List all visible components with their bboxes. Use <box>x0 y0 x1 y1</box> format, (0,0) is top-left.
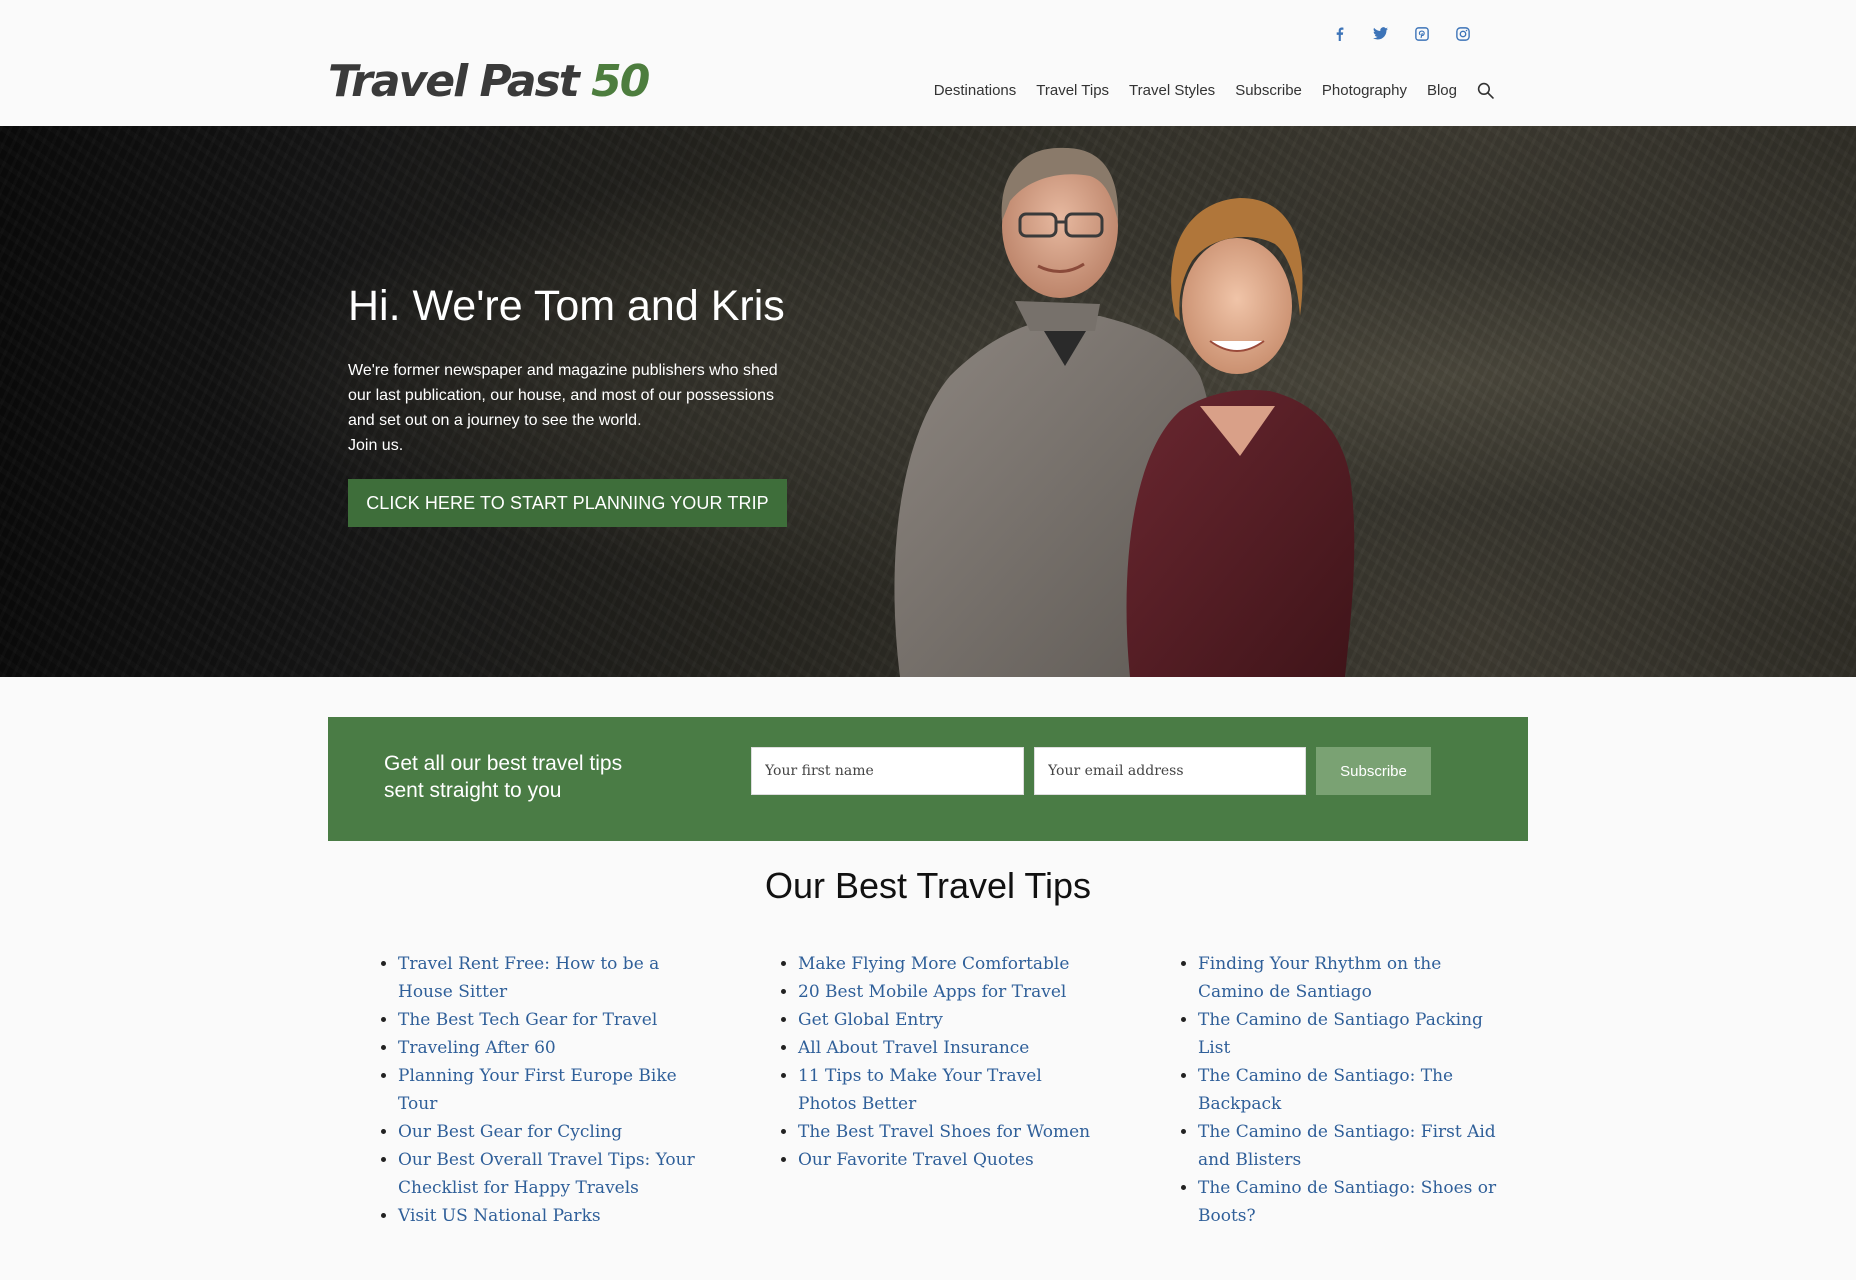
social-links <box>1330 24 1472 43</box>
nav-subscribe[interactable]: Subscribe <box>1235 82 1302 99</box>
hero-section: Hi. We're Tom and Kris We're former news… <box>0 126 1856 677</box>
tip-link[interactable]: The Best Travel Shoes for Women <box>798 1122 1090 1142</box>
nav-destinations[interactable]: Destinations <box>934 82 1017 99</box>
list-item: Travel Rent Free: How to be a House Sitt… <box>398 950 712 1006</box>
tip-link[interactable]: Finding Your Rhythm on the Camino de San… <box>1198 954 1441 1002</box>
site-header: Travel Past 50 Destinations Travel Tips … <box>0 0 1856 126</box>
list-item: The Best Travel Shoes for Women <box>798 1118 1092 1146</box>
hero-description-line: We're former newspaper and magazine publ… <box>348 362 778 379</box>
list-item: Our Best Gear for Cycling <box>398 1118 712 1146</box>
tip-link[interactable]: 20 Best Mobile Apps for Travel <box>798 982 1066 1002</box>
tips-title: Our Best Travel Tips <box>764 865 1092 906</box>
tip-link[interactable]: Make Flying More Comfortable <box>798 954 1069 974</box>
nav-travel-styles[interactable]: Travel Styles <box>1129 82 1215 99</box>
list-item: 20 Best Mobile Apps for Travel <box>798 978 1092 1006</box>
signup-text-line: Get all our best travel tips <box>384 752 623 775</box>
tip-link[interactable]: Our Favorite Travel Quotes <box>798 1150 1034 1170</box>
list-item: Finding Your Rhythm on the Camino de San… <box>1198 950 1512 1006</box>
main-nav: Destinations Travel Tips Travel Styles S… <box>934 82 1494 99</box>
facebook-icon[interactable] <box>1330 24 1349 43</box>
tip-link[interactable]: Planning Your First Europe Bike Tour <box>398 1066 677 1114</box>
tip-link[interactable]: The Best Tech Gear for Travel <box>398 1010 657 1030</box>
tip-link[interactable]: The Camino de Santiago Packing List <box>1198 1010 1483 1058</box>
tip-link[interactable]: The Camino de Santiago: First Aid and Bl… <box>1198 1122 1496 1170</box>
list-item: The Camino de Santiago: First Aid and Bl… <box>1198 1118 1512 1174</box>
first-name-input[interactable] <box>751 747 1024 795</box>
tips-list-column-3: Finding Your Rhythm on the Camino de San… <box>1172 950 1512 1230</box>
subscribe-button[interactable]: Subscribe <box>1316 747 1431 795</box>
tip-link[interactable]: 11 Tips to Make Your Travel Photos Bette… <box>798 1066 1042 1114</box>
list-item: Traveling After 60 <box>398 1034 712 1062</box>
list-item: The Camino de Santiago Packing List <box>1198 1006 1512 1062</box>
hero-description-line: and set out on a journey to see the worl… <box>348 412 642 429</box>
list-item: Our Best Overall Travel Tips: Your Check… <box>398 1146 712 1202</box>
list-item: All About Travel Insurance <box>798 1034 1092 1062</box>
twitter-icon[interactable] <box>1371 24 1390 43</box>
tip-link[interactable]: Traveling After 60 <box>398 1038 556 1058</box>
nav-travel-tips[interactable]: Travel Tips <box>1036 82 1109 99</box>
tips-list-column-1: Travel Rent Free: How to be a House Sitt… <box>372 950 712 1230</box>
list-item: The Camino de Santiago: Shoes or Boots? <box>1198 1174 1512 1230</box>
search-icon[interactable] <box>1477 82 1494 99</box>
nav-photography[interactable]: Photography <box>1322 82 1407 99</box>
hero-description-line: Join us. <box>348 437 404 454</box>
newsletter-signup: Get all our best travel tips sent straig… <box>328 717 1528 841</box>
list-item: Our Favorite Travel Quotes <box>798 1146 1092 1174</box>
tip-link[interactable]: Get Global Entry <box>798 1010 943 1030</box>
tip-link[interactable]: Visit US National Parks <box>398 1206 601 1226</box>
list-item: Get Global Entry <box>798 1006 1092 1034</box>
list-item: Planning Your First Europe Bike Tour <box>398 1062 712 1118</box>
list-item: The Best Tech Gear for Travel <box>398 1006 712 1034</box>
logo-text: Travel Past <box>328 56 592 107</box>
tip-link[interactable]: The Camino de Santiago: Shoes or Boots? <box>1198 1178 1496 1226</box>
tip-link[interactable]: Travel Rent Free: How to be a House Sitt… <box>398 954 659 1002</box>
instagram-icon[interactable] <box>1453 24 1472 43</box>
tip-link[interactable]: Our Best Gear for Cycling <box>398 1122 622 1142</box>
list-item: The Camino de Santiago: The Backpack <box>1198 1062 1512 1118</box>
hero-description: We're former newspaper and magazine publ… <box>348 358 798 458</box>
tip-link[interactable]: All About Travel Insurance <box>798 1038 1029 1058</box>
list-item: 11 Tips to Make Your Travel Photos Bette… <box>798 1062 1092 1118</box>
email-input[interactable] <box>1034 747 1306 795</box>
nav-blog[interactable]: Blog <box>1427 82 1457 99</box>
signup-text: Get all our best travel tips sent straig… <box>384 750 622 804</box>
list-item: Make Flying More Comfortable <box>798 950 1092 978</box>
pinterest-icon[interactable] <box>1412 24 1431 43</box>
logo-number: 50 <box>591 56 650 107</box>
hero-title: Hi. We're Tom and Kris <box>348 282 785 330</box>
hero-couple-photo <box>894 147 1355 677</box>
tip-link[interactable]: The Camino de Santiago: The Backpack <box>1198 1066 1453 1114</box>
list-item: Visit US National Parks <box>398 1202 712 1230</box>
plan-trip-button[interactable]: CLICK HERE TO START PLANNING YOUR TRIP <box>348 479 787 527</box>
signup-text-line: sent straight to you <box>384 779 562 802</box>
site-logo[interactable]: Travel Past 50 <box>328 60 650 104</box>
hero-description-line: our last publication, our house, and mos… <box>348 387 775 404</box>
tips-list-column-2: Make Flying More Comfortable 20 Best Mob… <box>772 950 1092 1174</box>
tip-link[interactable]: Our Best Overall Travel Tips: Your Check… <box>398 1150 695 1198</box>
